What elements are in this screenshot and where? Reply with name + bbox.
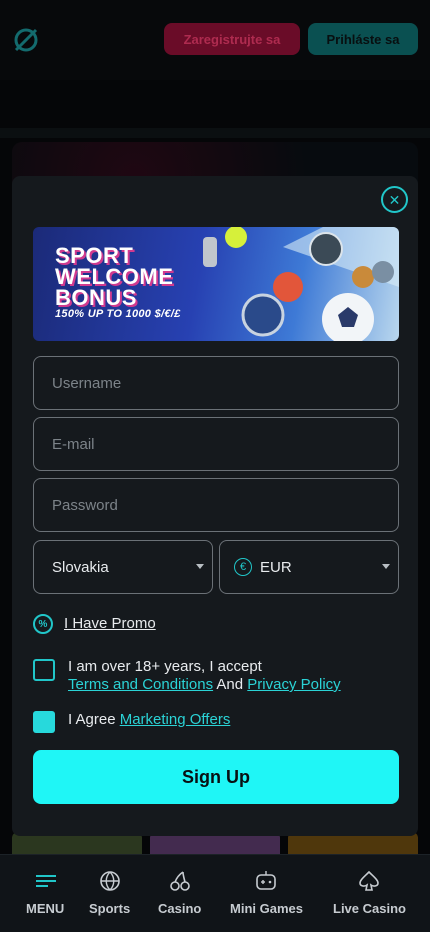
promo-percent-icon[interactable]: %: [33, 614, 53, 634]
marketing-link[interactable]: Marketing Offers: [120, 711, 231, 728]
nav-label: Live Casino: [333, 901, 406, 916]
banner-subtitle: 150% UP TO 1000 $/€/£: [55, 308, 181, 320]
nav-label: Sports: [89, 901, 131, 916]
nav-item-mini-games[interactable]: Mini Games: [230, 869, 303, 916]
bottom-navigation: MENU Sports Casino Mini Games Live Casin…: [0, 854, 430, 932]
marketing-line: I Agree Marketing Offers: [68, 711, 230, 728]
cherries-icon: [169, 871, 190, 891]
email-field[interactable]: E-mail: [33, 417, 399, 471]
terms-link[interactable]: Terms and Conditions: [68, 676, 213, 693]
close-icon: ✕: [388, 191, 401, 208]
nav-label: MENU: [26, 901, 65, 916]
menu-icon: [36, 875, 57, 887]
age-text: I am over 18+ years, I accept: [68, 658, 262, 675]
country-select[interactable]: Slovakia: [33, 540, 213, 594]
marketing-checkbox[interactable]: [33, 711, 55, 733]
terms-line: Terms and Conditions And Privacy Policy: [68, 676, 341, 693]
nav-item-casino[interactable]: Casino: [158, 869, 201, 916]
nav-label: Mini Games: [230, 901, 303, 916]
nav-item-menu[interactable]: MENU: [26, 869, 64, 916]
close-button[interactable]: ✕: [381, 186, 408, 213]
spade-icon: [359, 870, 380, 891]
promo-link[interactable]: I Have Promo: [64, 615, 156, 632]
sign-up-button[interactable]: Sign Up: [33, 750, 399, 804]
agree-text: I Agree: [68, 711, 116, 728]
currency-value: EUR: [260, 558, 292, 576]
username-field[interactable]: Username: [33, 356, 399, 410]
nav-item-sports[interactable]: Sports: [89, 869, 130, 916]
welcome-bonus-banner: SPORT WELCOME BONUS 150% UP TO 1000 $/€/…: [33, 227, 399, 341]
basketball-icon: [99, 871, 120, 891]
banner-title: SPORT WELCOME BONUS: [55, 243, 174, 310]
country-value: Slovakia: [52, 558, 109, 576]
age-terms-checkbox[interactable]: [33, 659, 55, 681]
privacy-link[interactable]: Privacy Policy: [247, 676, 340, 693]
chevron-down-icon: [382, 564, 390, 569]
gamepad-icon: [256, 871, 277, 890]
nav-item-live-casino[interactable]: Live Casino: [333, 869, 406, 916]
currency-select[interactable]: € EUR: [219, 540, 399, 594]
password-field[interactable]: Password: [33, 478, 399, 532]
page: Zaregistrujte sa Prihláste sa ✕ SPORT WE…: [0, 0, 430, 932]
euro-icon: €: [234, 558, 252, 576]
chevron-down-icon: [196, 564, 204, 569]
registration-modal: ✕ SPORT WELCOME BONUS 150% UP TO 1000 $/…: [12, 176, 418, 836]
nav-label: Casino: [158, 901, 202, 916]
and-text: And: [216, 676, 244, 693]
